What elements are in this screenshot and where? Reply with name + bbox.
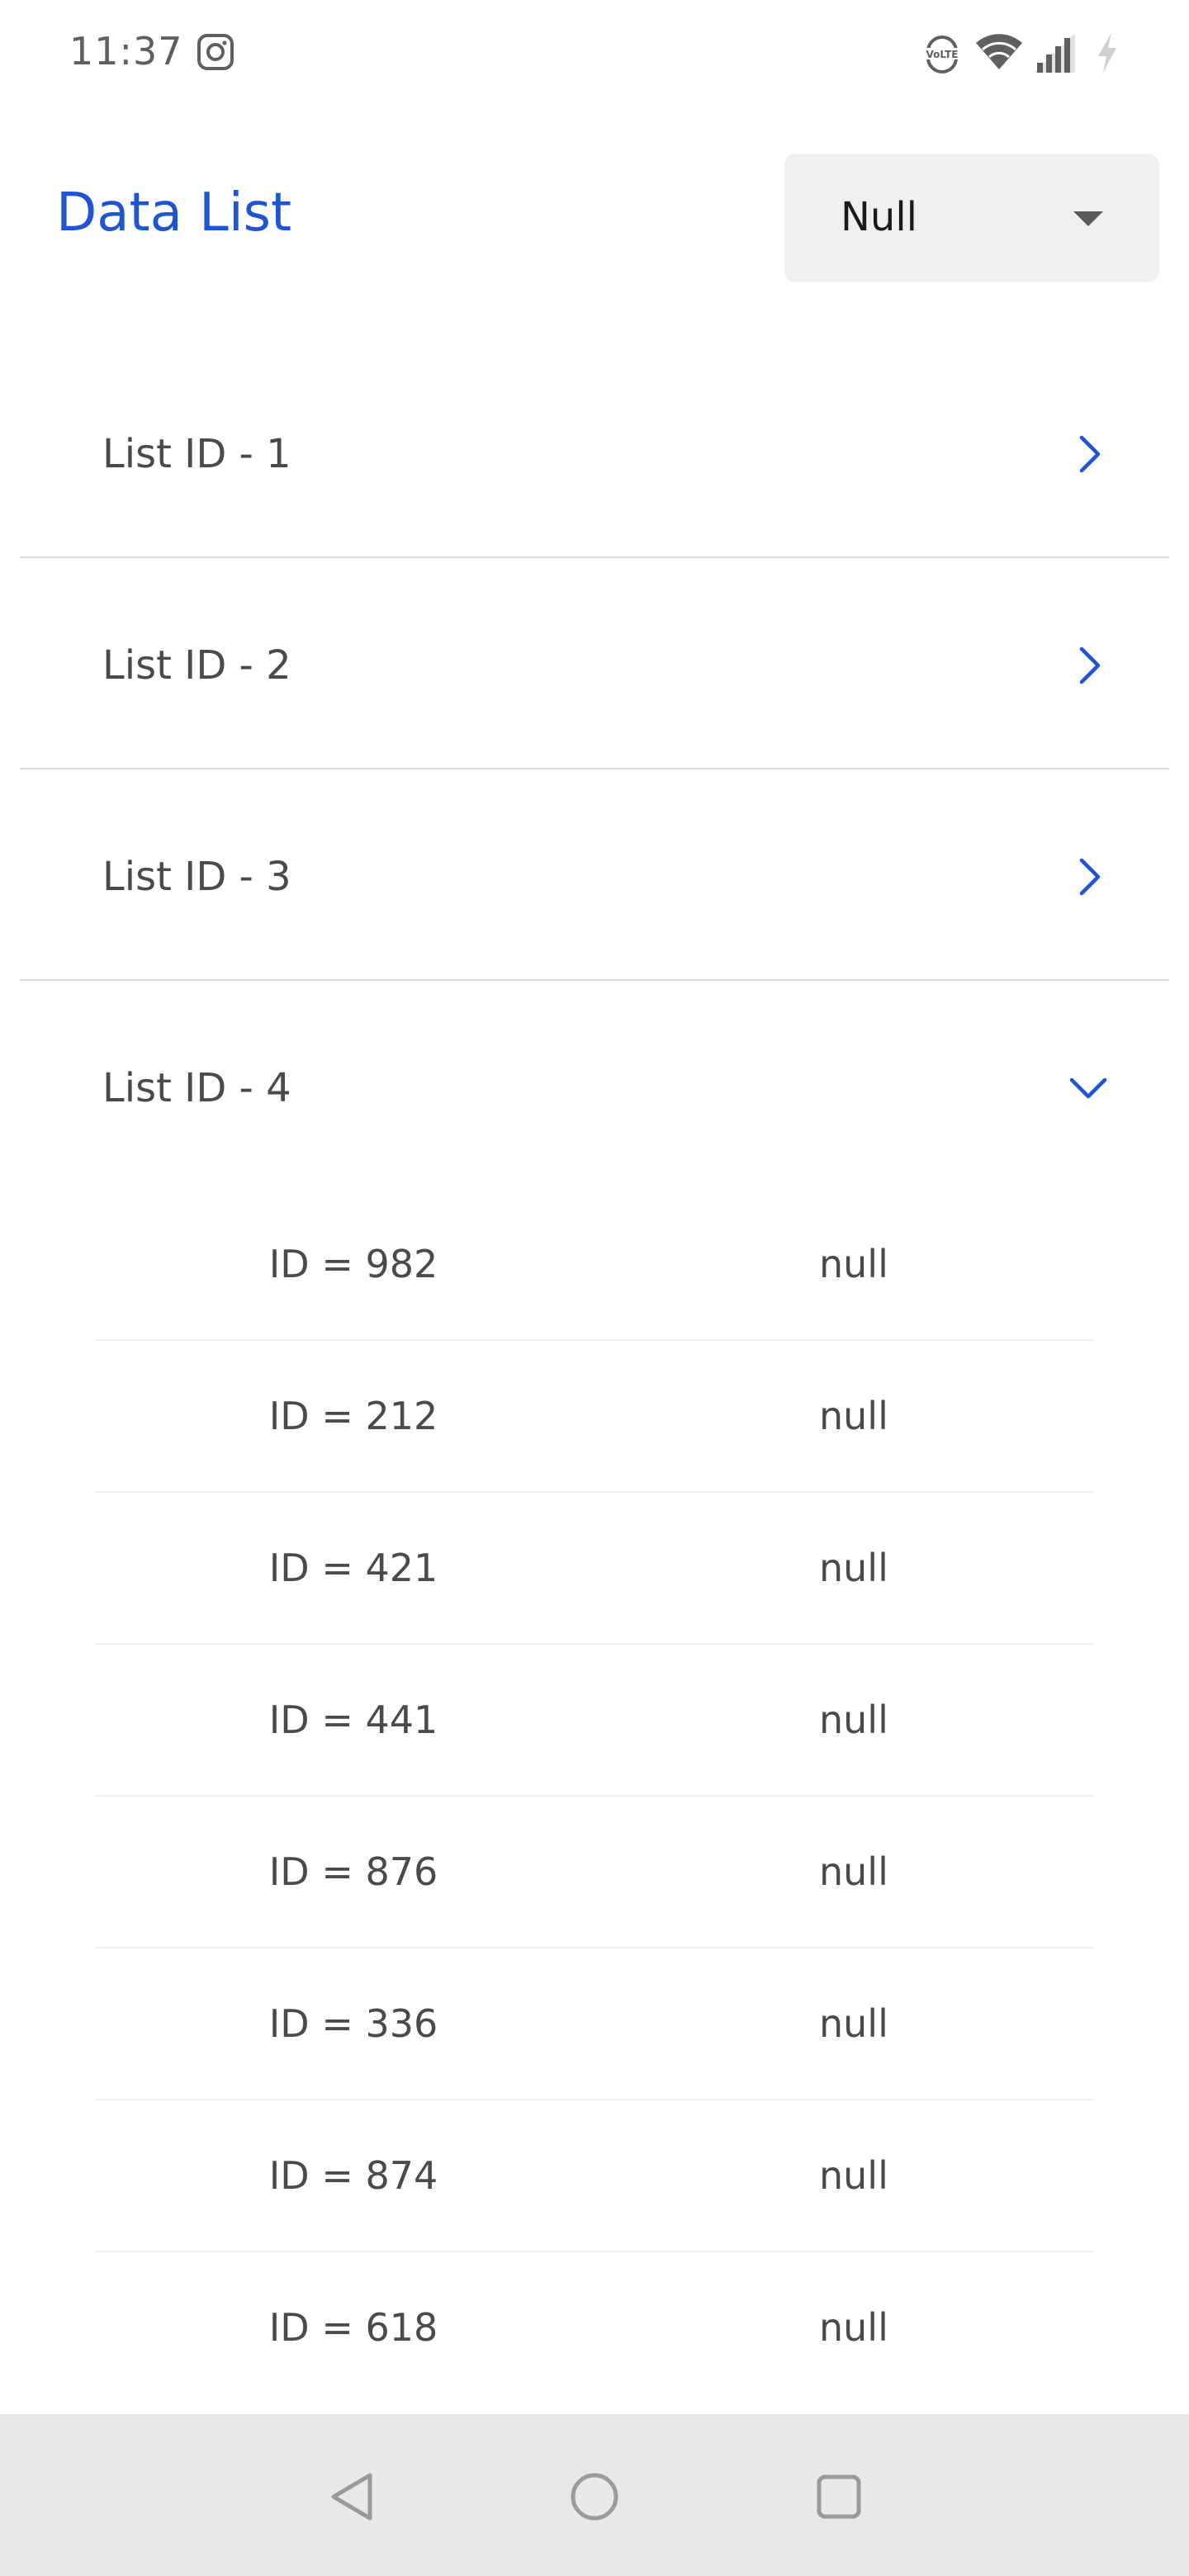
list-item[interactable]: ID = 982 null	[96, 1189, 1093, 1341]
svg-text:VoLTE: VoLTE	[926, 49, 959, 60]
item-id: ID = 421	[268, 1546, 438, 1590]
list-item[interactable]: ID = 618 null	[96, 2252, 1093, 2403]
item-name: null	[819, 1546, 888, 1590]
caret-down-icon	[1073, 211, 1103, 226]
charging-icon	[1095, 31, 1120, 74]
filter-dropdown[interactable]: Null	[784, 154, 1159, 282]
page-title: Data List	[56, 182, 292, 244]
item-id: ID = 876	[268, 1849, 438, 1894]
list-item[interactable]: ID = 874 null	[96, 2100, 1093, 2252]
item-name: null	[819, 1242, 888, 1286]
list-group-4[interactable]: List ID - 4	[20, 981, 1169, 1191]
item-id: ID = 336	[268, 2001, 438, 2046]
list-group-label: List ID - 2	[102, 642, 291, 689]
item-name: null	[819, 1394, 888, 1438]
instagram-icon	[197, 33, 234, 71]
wifi-icon	[974, 31, 1024, 73]
item-name: null	[819, 2001, 888, 2046]
chevron-right-icon	[1062, 850, 1115, 903]
item-id: ID = 618	[268, 2305, 438, 2350]
list-group-3[interactable]: List ID - 3	[20, 769, 1169, 981]
item-name: null	[819, 1698, 888, 1742]
signal-icon	[1032, 31, 1077, 74]
list-item[interactable]: ID = 212 null	[96, 1341, 1093, 1493]
back-icon[interactable]	[320, 2464, 386, 2530]
item-name: null	[819, 1849, 888, 1894]
chevron-down-icon	[1062, 1062, 1115, 1115]
item-name: null	[819, 2305, 888, 2350]
list-group-label: List ID - 3	[102, 854, 291, 900]
expanded-item-list: ID = 982 null ID = 212 null ID = 421 nul…	[96, 1189, 1093, 2403]
item-id: ID = 441	[268, 1698, 438, 1742]
item-id: ID = 212	[268, 1394, 438, 1438]
list-group-1[interactable]: List ID - 1	[20, 347, 1169, 558]
list-item[interactable]: ID = 421 null	[96, 1493, 1093, 1645]
item-id: ID = 982	[268, 1242, 438, 1286]
list-item[interactable]: ID = 441 null	[96, 1645, 1093, 1797]
item-id: ID = 874	[268, 2153, 438, 2198]
recents-icon[interactable]	[806, 2464, 872, 2530]
list-group-2[interactable]: List ID - 2	[20, 558, 1169, 769]
list-item[interactable]: ID = 876 null	[96, 1797, 1093, 1949]
chevron-right-icon	[1062, 639, 1115, 692]
list-group-label: List ID - 1	[102, 431, 291, 477]
status-time: 11:37	[69, 29, 183, 73]
volte-icon: VoLTE	[921, 33, 963, 74]
system-nav-bar	[0, 2414, 1189, 2576]
item-name: null	[819, 2153, 888, 2198]
list-group-label: List ID - 4	[102, 1065, 291, 1111]
list-item[interactable]: ID = 336 null	[96, 1949, 1093, 2100]
status-bar: 11:37 VoLTE	[0, 0, 1189, 106]
chevron-right-icon	[1062, 428, 1115, 481]
dropdown-selected-value: Null	[841, 194, 917, 240]
home-icon[interactable]	[561, 2464, 628, 2530]
